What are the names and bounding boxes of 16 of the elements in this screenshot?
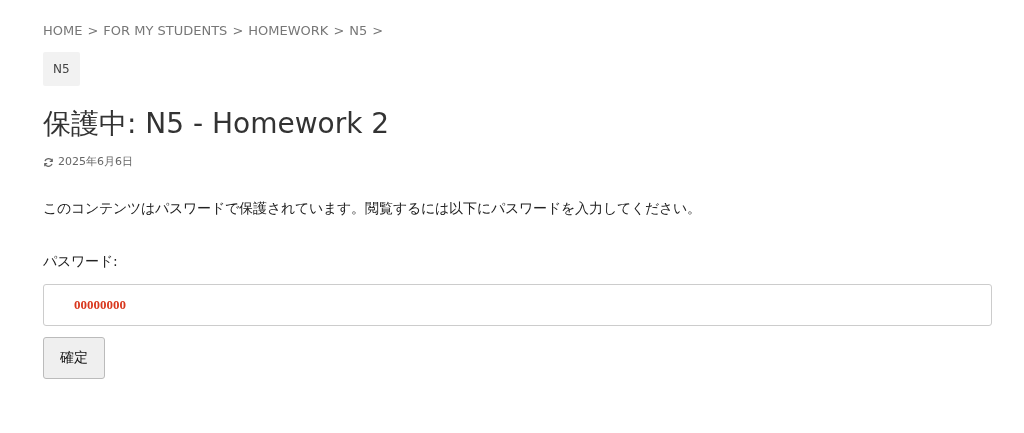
submit-button[interactable]: 確定	[43, 336, 105, 379]
password-label: パスワード:	[43, 251, 119, 271]
protection-notice: このコンテンツはパスワードで保護されています。閲覧するには以下にパスワードを入力してください。	[43, 198, 702, 218]
breadcrumb-separator: >	[372, 22, 384, 41]
updated-date: 2025年6月6日	[58, 154, 133, 170]
breadcrumb-link[interactable]: FOR MY STUDENTS	[103, 21, 228, 41]
breadcrumb-link[interactable]: HOME	[43, 21, 83, 41]
password-field[interactable]: 00000000	[43, 283, 992, 326]
post-title: 保護中: N5 - Homework 2	[43, 106, 391, 142]
refresh-icon	[43, 156, 54, 168]
breadcrumb-separator: >	[87, 22, 99, 41]
breadcrumb-link[interactable]: HOMEWORK	[248, 21, 329, 41]
category-tag[interactable]: N5	[43, 52, 80, 86]
breadcrumb-separator: >	[333, 22, 345, 41]
breadcrumb-link[interactable]: N5	[349, 21, 368, 41]
breadcrumb-separator: >	[232, 22, 244, 41]
